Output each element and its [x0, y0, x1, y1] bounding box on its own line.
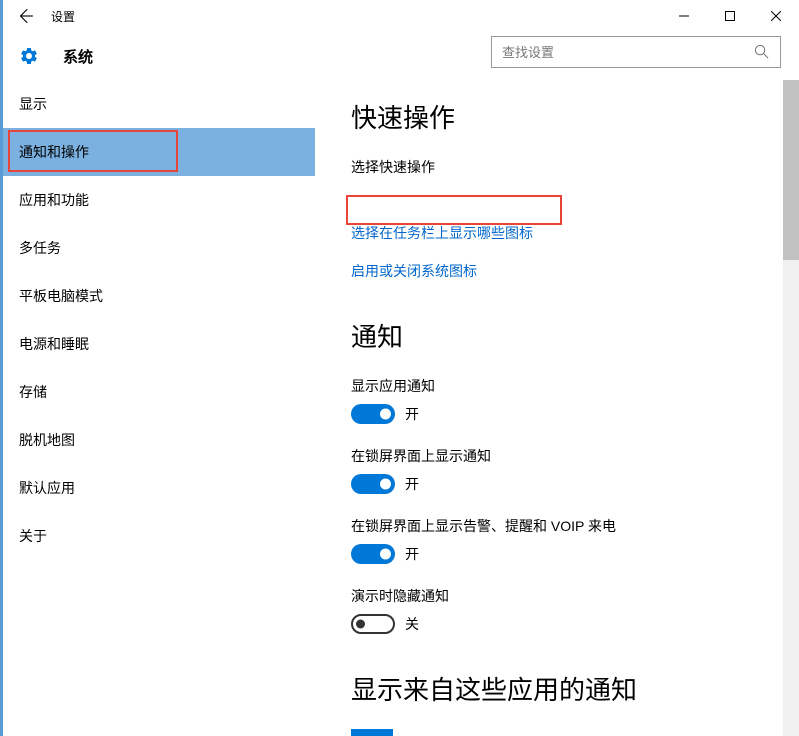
toggle-state: 开: [405, 544, 419, 564]
link-system-icons[interactable]: 启用或关闭系统图标: [351, 261, 775, 281]
app-tile-icon: [351, 729, 393, 736]
sidebar-item-label: 存储: [19, 382, 47, 402]
sidebar-item-label: 关于: [19, 526, 47, 546]
sidebar-item-label: 脱机地图: [19, 430, 75, 450]
app-row[interactable]: AMD Radeon Settings 开: 横幅、声音 开: [351, 729, 775, 736]
window-title: 设置: [51, 8, 75, 25]
sidebar-item-label: 平板电脑模式: [19, 286, 103, 306]
back-button[interactable]: [15, 6, 35, 26]
sidebar-item-offline-maps[interactable]: 脱机地图: [3, 416, 315, 464]
search-box[interactable]: [491, 36, 781, 68]
sidebar-item-about[interactable]: 关于: [3, 512, 315, 560]
link-taskbar-icons[interactable]: 选择在任务栏上显示哪些图标: [351, 223, 775, 243]
sidebar-item-default-apps[interactable]: 默认应用: [3, 464, 315, 512]
sidebar-item-apps[interactable]: 应用和功能: [3, 176, 315, 224]
toggle-label: 演示时隐藏通知: [351, 586, 775, 606]
toggle-label: 在锁屏界面上显示通知: [351, 446, 775, 466]
search-input[interactable]: [502, 45, 754, 60]
quick-actions-heading: 快速操作: [351, 98, 775, 135]
sidebar-item-display[interactable]: 显示: [3, 80, 315, 128]
sidebar-item-tablet-mode[interactable]: 平板电脑模式: [3, 272, 315, 320]
sidebar-item-label: 电源和睡眠: [19, 334, 89, 354]
toggle-label: 显示应用通知: [351, 376, 775, 396]
quick-actions-subtext: 选择快速操作: [351, 157, 775, 177]
sidebar-item-notifications[interactable]: 通知和操作: [3, 128, 315, 176]
close-button[interactable]: [753, 0, 799, 32]
search-icon: [754, 44, 770, 60]
sidebar-item-label: 多任务: [19, 238, 61, 258]
sidebar-item-power-sleep[interactable]: 电源和睡眠: [3, 320, 315, 368]
toggle-state: 开: [405, 474, 419, 494]
app-name: AMD Radeon Settings: [407, 733, 693, 736]
minimize-button[interactable]: [661, 0, 707, 32]
toggle-show-app-notifications[interactable]: [351, 404, 395, 424]
sidebar-item-label: 默认应用: [19, 478, 75, 498]
gear-icon: [19, 46, 39, 66]
notifications-heading: 通知: [351, 317, 775, 354]
content-pane: 快速操作 选择快速操作 选择在任务栏上显示哪些图标 启用或关闭系统图标 通知 显…: [315, 80, 799, 736]
app-notifications-heading: 显示来自这些应用的通知: [351, 670, 775, 707]
scrollbar[interactable]: [783, 80, 799, 736]
toggle-lockscreen-notifications[interactable]: [351, 474, 395, 494]
page-title: 系统: [63, 46, 93, 67]
toggle-lockscreen-alarms[interactable]: [351, 544, 395, 564]
sidebar-item-storage[interactable]: 存储: [3, 368, 315, 416]
toggle-state: 开: [405, 404, 419, 424]
sidebar: 显示 通知和操作 应用和功能 多任务 平板电脑模式 电源和睡眠 存储 脱机地图 …: [3, 80, 315, 736]
sidebar-item-label: 应用和功能: [19, 190, 89, 210]
toggle-label: 在锁屏界面上显示告警、提醒和 VOIP 来电: [351, 516, 775, 536]
sidebar-item-label: 显示: [19, 94, 47, 114]
toggle-hide-presenting[interactable]: [351, 614, 395, 634]
toggle-state: 关: [405, 614, 419, 634]
scrollbar-thumb[interactable]: [783, 80, 799, 260]
sidebar-item-label: 通知和操作: [19, 142, 89, 162]
maximize-button[interactable]: [707, 0, 753, 32]
sidebar-item-multitasking[interactable]: 多任务: [3, 224, 315, 272]
